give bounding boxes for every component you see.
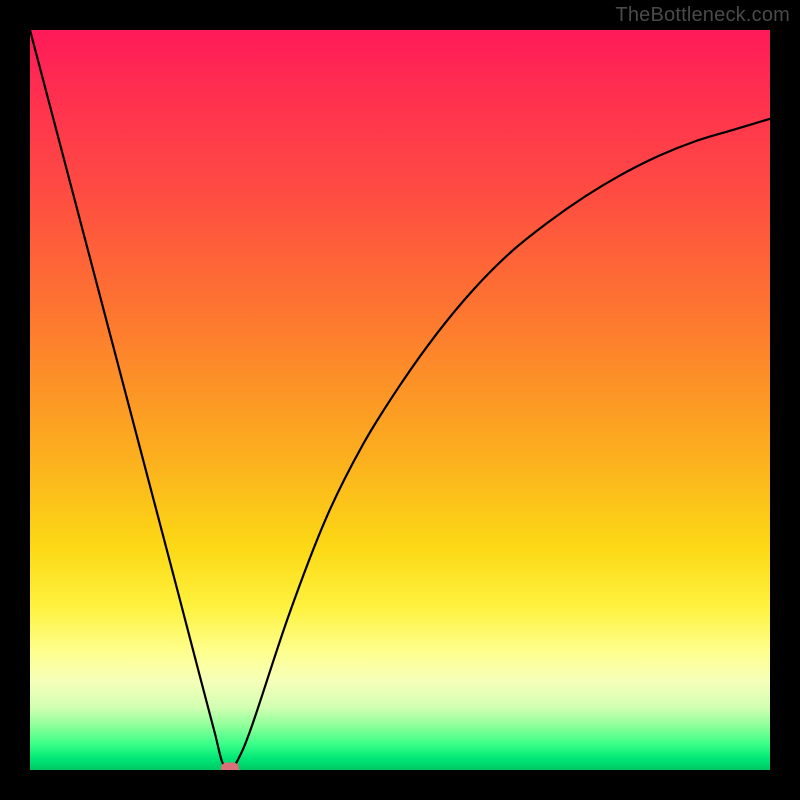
curve-svg xyxy=(30,30,770,770)
watermark-text: TheBottleneck.com xyxy=(615,4,790,27)
chart-frame: TheBottleneck.com xyxy=(0,0,800,800)
minimum-marker xyxy=(221,762,239,770)
bottleneck-curve xyxy=(30,30,770,768)
plot-area xyxy=(30,30,770,770)
